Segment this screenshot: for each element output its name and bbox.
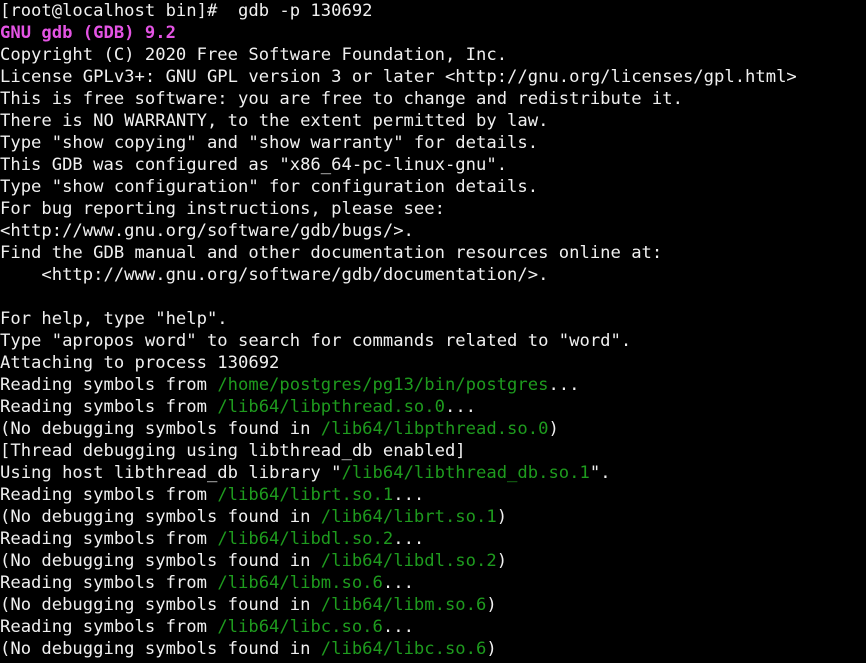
terminal-output-line: Reading symbols from /lib64/librt.so.1..… (0, 484, 866, 506)
output-text: <http://www.gnu.org/software/gdb/bugs/>. (0, 221, 414, 241)
output-text: ... (393, 485, 425, 505)
output-text: Type "show configuration" for configurat… (0, 177, 539, 197)
gdb-version-banner: GNU gdb (GDB) 9.2 (0, 23, 176, 43)
output-text: Reading symbols from (0, 617, 218, 637)
terminal-output-line: GNU gdb (GDB) 9.2 (0, 22, 866, 44)
terminal-output-line: (No debugging symbols found in /lib64/li… (0, 594, 866, 616)
output-text: ... (382, 617, 414, 637)
terminal-output-line: Using host libthread_db library "/lib64/… (0, 462, 866, 484)
file-path-text: /lib64/libm.so.6 (217, 573, 383, 593)
file-path-text: /lib64/libdl.so.2 (320, 551, 497, 571)
output-text: Type "show copying" and "show warranty" … (0, 133, 539, 153)
output-text: ) (486, 595, 497, 615)
output-text: Reading symbols from (0, 573, 218, 593)
terminal-output-line: This is free software: you are free to c… (0, 88, 866, 110)
output-text: <http://www.gnu.org/software/gdb/documen… (0, 265, 549, 285)
output-text: (No debugging symbols found in (0, 639, 321, 659)
output-text: ... (444, 397, 477, 417)
terminal-output-line: Attaching to process 130692 (0, 352, 866, 374)
output-text: ) (486, 639, 497, 659)
output-text: ". (589, 463, 611, 483)
terminal-output-line: (No debugging symbols found in /lib64/li… (0, 638, 866, 660)
output-text: Copyright (C) 2020 Free Software Foundat… (0, 45, 508, 65)
file-path-text: /lib64/libc.so.6 (217, 617, 383, 637)
file-path-text: /lib64/libc.so.6 (320, 639, 487, 659)
file-path-text: /lib64/libm.so.6 (320, 595, 487, 615)
terminal-output-line: Reading symbols from /lib64/libpthread.s… (0, 396, 866, 418)
file-path-text: /lib64/librt.so.1 (217, 485, 394, 505)
file-path-text: /lib64/libpthread.so.0 (320, 419, 549, 439)
terminal-output-line: Reading symbols from /home/postgres/pg13… (0, 374, 866, 396)
output-text: ) (548, 419, 559, 439)
file-path-text: /lib64/libthread_db.so.1 (341, 463, 590, 483)
terminal-window[interactable]: [root@localhost bin]# gdb -p 130692 GNU g… (0, 0, 866, 663)
output-text: Reading symbols from (0, 375, 218, 395)
terminal-output-line: (No debugging symbols found in /lib64/li… (0, 550, 866, 572)
output-text: For bug reporting instructions, please s… (0, 199, 445, 219)
output-text: License GPLv3+: GNU GPL version 3 or lat… (0, 67, 797, 87)
terminal-output-line: [Thread debugging using libthread_db ena… (0, 440, 866, 462)
terminal-output-line: Type "show configuration" for configurat… (0, 176, 866, 198)
terminal-output-line: (No debugging symbols found in /lib64/li… (0, 506, 866, 528)
file-path-text: /home/postgres/pg13/bin/postgres (217, 375, 549, 395)
output-text: ... (393, 529, 425, 549)
terminal-output-line: Reading symbols from /lib64/libdl.so.2..… (0, 528, 866, 550)
output-text: ... (382, 573, 414, 593)
file-path-text: /lib64/libpthread.so.0 (217, 397, 445, 417)
output-text: ... (548, 375, 580, 395)
shell-prompt-line: [root@localhost bin]# gdb -p 130692 (0, 0, 866, 22)
terminal-output-line: Reading symbols from /lib64/libc.so.6... (0, 616, 866, 638)
output-text: Reading symbols from (0, 397, 218, 417)
output-text: Using host libthread_db library " (0, 463, 342, 483)
output-text: Find the GDB manual and other documentat… (0, 243, 663, 263)
terminal-output-line: <http://www.gnu.org/software/gdb/bugs/>. (0, 220, 866, 242)
terminal-output-line: For help, type "help". (0, 308, 866, 330)
terminal-output-line: Type "apropos word" to search for comman… (0, 330, 866, 352)
terminal-output-line: Find the GDB manual and other documentat… (0, 242, 866, 264)
output-text: There is NO WARRANTY, to the extent perm… (0, 111, 549, 131)
output-text: Attaching to process 130692 (0, 353, 280, 373)
output-text: For help, type "help". (0, 309, 228, 329)
output-text: (No debugging symbols found in (0, 551, 321, 571)
terminal-output-line: <http://www.gnu.org/software/gdb/documen… (0, 264, 866, 286)
file-path-text: /lib64/libdl.so.2 (217, 529, 394, 549)
terminal-output-line: Copyright (C) 2020 Free Software Foundat… (0, 44, 866, 66)
terminal-output-line: License GPLv3+: GNU GPL version 3 or lat… (0, 66, 866, 88)
terminal-output-line: This GDB was configured as "x86_64-pc-li… (0, 154, 866, 176)
output-text: This GDB was configured as "x86_64-pc-li… (0, 155, 508, 175)
output-text: Reading symbols from (0, 485, 218, 505)
output-text: ) (496, 507, 508, 527)
output-text: (No debugging symbols found in (0, 507, 321, 527)
output-text: (No debugging symbols found in (0, 419, 321, 439)
output-text: This is free software: you are free to c… (0, 89, 683, 109)
terminal-output-line: Reading symbols from /lib64/libm.so.6... (0, 572, 866, 594)
terminal-output-line: For bug reporting instructions, please s… (0, 198, 866, 220)
file-path-text: /lib64/librt.so.1 (320, 507, 497, 527)
output-text: Type "apropos word" to search for comman… (0, 331, 632, 351)
terminal-output-line: There is NO WARRANTY, to the extent perm… (0, 110, 866, 132)
output-text: ) (496, 551, 508, 571)
output-text: Reading symbols from (0, 529, 218, 549)
terminal-output-line: Type "show copying" and "show warranty" … (0, 132, 866, 154)
terminal-output-line: (No debugging symbols found in /lib64/li… (0, 418, 866, 440)
output-text: [Thread debugging using libthread_db ena… (0, 441, 466, 461)
output-text: [root@localhost bin]# gdb -p 130692 (0, 1, 373, 21)
output-text: (No debugging symbols found in (0, 595, 321, 615)
